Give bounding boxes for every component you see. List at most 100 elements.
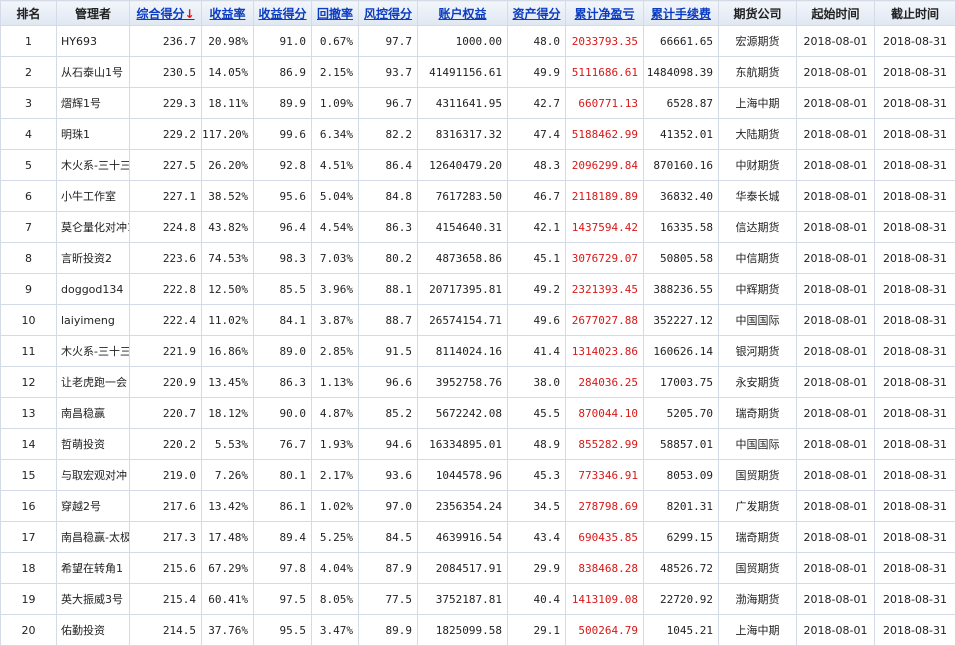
cell-drawdown-rate: 4.51% bbox=[312, 150, 359, 181]
cell-composite-score: 219.0 bbox=[130, 460, 202, 491]
cell-risk-score: 80.2 bbox=[359, 243, 418, 274]
cell-composite-score: 221.9 bbox=[130, 336, 202, 367]
cell-manager: 与取宏观对冲 bbox=[57, 460, 130, 491]
header-label: 综合得分 bbox=[136, 7, 184, 21]
cell-composite-score: 220.7 bbox=[130, 398, 202, 429]
cell-return-score: 86.3 bbox=[254, 367, 312, 398]
cell-return-rate: 26.20% bbox=[202, 150, 254, 181]
table-row: 17南昌稳赢-太极217.317.48%89.45.25%84.54639916… bbox=[1, 522, 955, 553]
cell-manager: 熠辉1号 bbox=[57, 88, 130, 119]
ranking-table: 排名管理者综合得分↓收益率收益得分回撤率风控得分账户权益资产得分累计净盈亏累计手… bbox=[0, 0, 955, 646]
cell-rank: 4 bbox=[1, 119, 57, 150]
cell-total-fee: 352227.12 bbox=[644, 305, 719, 336]
cell-return-score: 96.4 bbox=[254, 212, 312, 243]
cell-net-profit: 870044.10 bbox=[566, 398, 644, 429]
header-label: 账户权益 bbox=[438, 7, 486, 21]
table-row: 1HY693236.720.98%91.00.67%97.71000.0048.… bbox=[1, 26, 955, 57]
cell-net-profit: 2096299.84 bbox=[566, 150, 644, 181]
header-asset-score[interactable]: 资产得分 bbox=[508, 1, 566, 26]
cell-total-fee: 22720.92 bbox=[644, 584, 719, 615]
cell-return-score: 97.5 bbox=[254, 584, 312, 615]
header-label: 收益得分 bbox=[258, 7, 306, 21]
cell-risk-score: 84.8 bbox=[359, 181, 418, 212]
cell-risk-score: 88.7 bbox=[359, 305, 418, 336]
cell-start-date: 2018-08-01 bbox=[797, 26, 875, 57]
header-label: 累计手续费 bbox=[651, 7, 711, 21]
cell-manager: HY693 bbox=[57, 26, 130, 57]
cell-return-score: 95.6 bbox=[254, 181, 312, 212]
header-row: 排名管理者综合得分↓收益率收益得分回撤率风控得分账户权益资产得分累计净盈亏累计手… bbox=[1, 1, 955, 26]
table-row: 7莫仑量化对冲1·224.843.82%96.44.54%86.34154640… bbox=[1, 212, 955, 243]
cell-manager: 让老虎跑一会 bbox=[57, 367, 130, 398]
cell-net-profit: 3076729.07 bbox=[566, 243, 644, 274]
cell-rank: 14 bbox=[1, 429, 57, 460]
cell-start-date: 2018-08-01 bbox=[797, 150, 875, 181]
cell-risk-score: 97.0 bbox=[359, 491, 418, 522]
header-drawdown-rate[interactable]: 回撤率 bbox=[312, 1, 359, 26]
cell-rank: 13 bbox=[1, 398, 57, 429]
cell-end-date: 2018-08-31 bbox=[875, 336, 955, 367]
cell-return-rate: 67.29% bbox=[202, 553, 254, 584]
header-label: 起始时间 bbox=[811, 7, 859, 21]
cell-return-rate: 16.86% bbox=[202, 336, 254, 367]
cell-start-date: 2018-08-01 bbox=[797, 615, 875, 646]
cell-account-equity: 7617283.50 bbox=[418, 181, 508, 212]
header-return-rate[interactable]: 收益率 bbox=[202, 1, 254, 26]
cell-rank: 19 bbox=[1, 584, 57, 615]
cell-composite-score: 229.2 bbox=[130, 119, 202, 150]
header-label: 累计净盈亏 bbox=[574, 7, 634, 21]
table-row: 11木火系-三十三l221.916.86%89.02.85%91.5811402… bbox=[1, 336, 955, 367]
cell-manager: 木火系-三十三l bbox=[57, 150, 130, 181]
cell-asset-score: 45.5 bbox=[508, 398, 566, 429]
cell-futures-company: 中财期货 bbox=[719, 150, 797, 181]
cell-account-equity: 1044578.96 bbox=[418, 460, 508, 491]
cell-end-date: 2018-08-31 bbox=[875, 522, 955, 553]
cell-asset-score: 38.0 bbox=[508, 367, 566, 398]
cell-end-date: 2018-08-31 bbox=[875, 119, 955, 150]
cell-composite-score: 224.8 bbox=[130, 212, 202, 243]
cell-account-equity: 8316317.32 bbox=[418, 119, 508, 150]
cell-return-score: 92.8 bbox=[254, 150, 312, 181]
header-account-equity[interactable]: 账户权益 bbox=[418, 1, 508, 26]
cell-risk-score: 85.2 bbox=[359, 398, 418, 429]
cell-account-equity: 26574154.71 bbox=[418, 305, 508, 336]
cell-risk-score: 77.5 bbox=[359, 584, 418, 615]
cell-return-score: 84.1 bbox=[254, 305, 312, 336]
cell-manager: 哲萌投资 bbox=[57, 429, 130, 460]
header-futures-company: 期货公司 bbox=[719, 1, 797, 26]
cell-net-profit: 284036.25 bbox=[566, 367, 644, 398]
cell-risk-score: 93.7 bbox=[359, 57, 418, 88]
cell-end-date: 2018-08-31 bbox=[875, 367, 955, 398]
header-return-score[interactable]: 收益得分 bbox=[254, 1, 312, 26]
header-total-fee[interactable]: 累计手续费 bbox=[644, 1, 719, 26]
cell-start-date: 2018-08-01 bbox=[797, 367, 875, 398]
cell-return-rate: 7.26% bbox=[202, 460, 254, 491]
cell-composite-score: 222.4 bbox=[130, 305, 202, 336]
cell-risk-score: 96.6 bbox=[359, 367, 418, 398]
header-label: 排名 bbox=[16, 7, 40, 21]
cell-manager: 言昕投资2 bbox=[57, 243, 130, 274]
cell-return-rate: 117.20% bbox=[202, 119, 254, 150]
cell-drawdown-rate: 1.13% bbox=[312, 367, 359, 398]
cell-return-score: 89.0 bbox=[254, 336, 312, 367]
cell-return-rate: 18.12% bbox=[202, 398, 254, 429]
cell-return-rate: 37.76% bbox=[202, 615, 254, 646]
cell-net-profit: 1437594.42 bbox=[566, 212, 644, 243]
cell-asset-score: 49.2 bbox=[508, 274, 566, 305]
table-row: 19英大振威3号215.460.41%97.58.05%77.53752187.… bbox=[1, 584, 955, 615]
cell-rank: 10 bbox=[1, 305, 57, 336]
cell-return-rate: 38.52% bbox=[202, 181, 254, 212]
cell-manager: 南昌稳赢 bbox=[57, 398, 130, 429]
cell-account-equity: 3752187.81 bbox=[418, 584, 508, 615]
cell-account-equity: 16334895.01 bbox=[418, 429, 508, 460]
cell-end-date: 2018-08-31 bbox=[875, 305, 955, 336]
cell-account-equity: 4639916.54 bbox=[418, 522, 508, 553]
header-risk-score[interactable]: 风控得分 bbox=[359, 1, 418, 26]
header-net-profit[interactable]: 累计净盈亏 bbox=[566, 1, 644, 26]
cell-return-rate: 12.50% bbox=[202, 274, 254, 305]
cell-net-profit: 5188462.99 bbox=[566, 119, 644, 150]
cell-return-rate: 74.53% bbox=[202, 243, 254, 274]
cell-total-fee: 66661.65 bbox=[644, 26, 719, 57]
header-composite-score[interactable]: 综合得分↓ bbox=[130, 1, 202, 26]
cell-start-date: 2018-08-01 bbox=[797, 336, 875, 367]
